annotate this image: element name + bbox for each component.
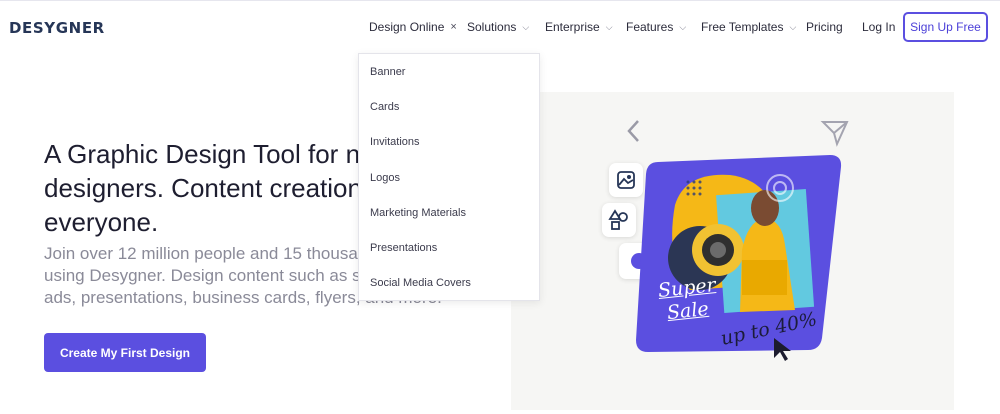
signup-button[interactable]: Sign Up Free [903, 12, 988, 42]
nav-features-label: Features [626, 20, 674, 34]
nav-enterprise[interactable]: Enterprise ⌵ [545, 20, 613, 34]
cursor-icon [774, 338, 791, 361]
nav-pricing-label: Pricing [806, 20, 843, 34]
shapes-icon [608, 209, 628, 230]
nav-design-online[interactable]: Design Online × [369, 20, 457, 34]
dropdown-item-logos[interactable]: Logos [370, 172, 400, 184]
nav-solutions-label: Solutions [467, 20, 517, 34]
nav-login[interactable]: Log In [862, 20, 895, 34]
chevron-down-icon: ⌵ [789, 21, 797, 32]
chevron-down-icon: ⌵ [605, 21, 613, 32]
create-first-design-button[interactable]: Create My First Design [44, 333, 206, 372]
dropdown-item-invitations[interactable]: Invitations [370, 136, 420, 148]
nav-design-online-label: Design Online [369, 20, 445, 34]
nav-enterprise-label: Enterprise [545, 20, 600, 34]
top-border [0, 0, 1000, 1]
nav-features[interactable]: Features ⌵ [626, 20, 686, 34]
close-icon[interactable]: × [450, 21, 456, 33]
chevron-down-icon: ⌵ [522, 21, 530, 32]
design-online-dropdown: Banner Cards Invitations Logos Marketing… [358, 53, 540, 301]
chevron-left-icon [627, 120, 639, 142]
logo[interactable]: DESYGNER [9, 19, 105, 37]
send-icon [820, 121, 849, 147]
dropdown-item-social-media-covers[interactable]: Social Media Covers [370, 277, 471, 289]
promo-text-sale: Sale [665, 297, 710, 325]
nav-login-label: Log In [862, 20, 896, 34]
dropdown-item-banner[interactable]: Banner [370, 66, 405, 78]
dropdown-item-cards[interactable]: Cards [370, 101, 399, 113]
chevron-down-icon: ⌵ [679, 21, 687, 32]
nav-solutions[interactable]: Solutions ⌵ [467, 20, 529, 34]
nav-free-templates-label: Free Templates [701, 20, 784, 34]
dropdown-item-presentations[interactable]: Presentations [370, 242, 437, 254]
nav-pricing[interactable]: Pricing [806, 20, 843, 34]
dropdown-item-marketing-materials[interactable]: Marketing Materials [370, 207, 466, 219]
nav-free-templates[interactable]: Free Templates ⌵ [701, 20, 796, 34]
